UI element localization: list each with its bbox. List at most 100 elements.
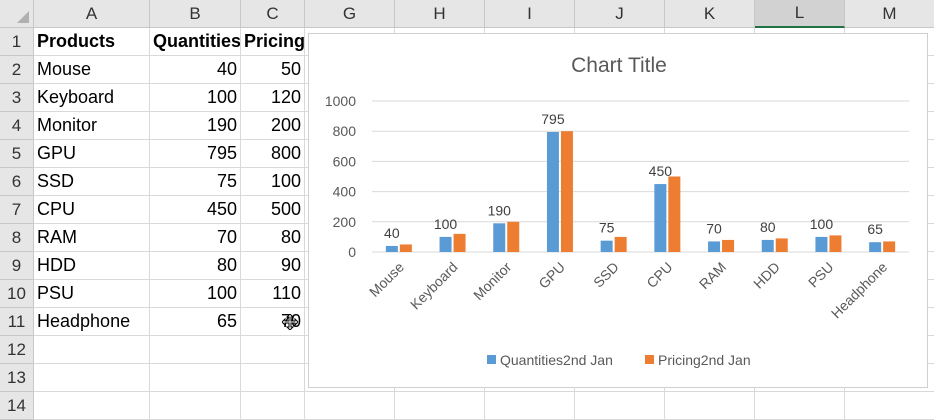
cell-a13[interactable] [34, 364, 150, 392]
cell-b2[interactable]: 40 [150, 56, 241, 84]
cell-b8[interactable]: 70 [150, 224, 241, 252]
cell-a10[interactable]: PSU [34, 280, 150, 308]
cell-a4[interactable]: Monitor [34, 112, 150, 140]
row-header-7[interactable]: 7 [0, 196, 34, 224]
cell-b11[interactable]: 65 [150, 308, 241, 336]
column-header-i[interactable]: I [485, 0, 575, 28]
x-tick-label-keyboard: Keyboard [407, 259, 461, 313]
cell-c3[interactable]: 120 [241, 84, 305, 112]
data-label-hdd: 80 [760, 219, 776, 235]
data-label-psu: 100 [810, 216, 834, 232]
cell-c2[interactable]: 50 [241, 56, 305, 84]
row-header-4[interactable]: 4 [0, 112, 34, 140]
column-header-m[interactable]: M [845, 0, 934, 28]
x-tick-label-psu: PSU [805, 259, 837, 291]
cell-b1[interactable]: Quantities [150, 28, 241, 56]
cell-b14[interactable] [150, 392, 241, 420]
cell-c13[interactable] [241, 364, 305, 392]
column-header-b[interactable]: B [150, 0, 241, 28]
cell-j14[interactable] [575, 392, 665, 420]
row-header-3[interactable]: 3 [0, 84, 34, 112]
column-header-k[interactable]: K [665, 0, 755, 28]
bar-pricing-headphone [883, 241, 896, 252]
y-tick-label-0: 0 [348, 244, 356, 260]
bar-quantities-monitor [493, 223, 506, 252]
row-header-2[interactable]: 2 [0, 56, 34, 84]
cell-a12[interactable] [34, 336, 150, 364]
column-header-g[interactable]: G [305, 0, 395, 28]
row-header-9[interactable]: 9 [0, 252, 34, 280]
cell-l14[interactable] [755, 392, 845, 420]
cell-m14[interactable] [845, 392, 934, 420]
cell-a7[interactable]: CPU [34, 196, 150, 224]
cell-c4[interactable]: 200 [241, 112, 305, 140]
row-header-11[interactable]: 11 [0, 308, 34, 336]
bar-quantities-ssd [600, 240, 613, 252]
column-header-a[interactable]: A [34, 0, 150, 28]
bar-chart: Chart Title 0 200 400 600 800 1000 40 Mouse 100 Ke… [325, 54, 909, 368]
cell-b7[interactable]: 450 [150, 196, 241, 224]
row-header-13[interactable]: 13 [0, 364, 34, 392]
cell-a14[interactable] [34, 392, 150, 420]
cell-c6[interactable]: 100 [241, 168, 305, 196]
cell-h14[interactable] [395, 392, 485, 420]
cell-a11[interactable]: Headphone [34, 308, 150, 336]
row-header-6[interactable]: 6 [0, 168, 34, 196]
row-header-8[interactable]: 8 [0, 224, 34, 252]
cell-b3[interactable]: 100 [150, 84, 241, 112]
bar-pricing-psu [829, 235, 842, 252]
cell-c10[interactable]: 110 [241, 280, 305, 308]
bar-quantities-hdd [761, 239, 774, 252]
data-label-mouse: 40 [384, 225, 400, 241]
cell-b13[interactable] [150, 364, 241, 392]
cell-a2[interactable]: Mouse [34, 56, 150, 84]
cell-a3[interactable]: Keyboard [34, 84, 150, 112]
cell-c1[interactable]: Pricing2 [241, 28, 305, 56]
cell-b6[interactable]: 75 [150, 168, 241, 196]
select-all-corner[interactable] [0, 0, 34, 28]
cell-a8[interactable]: RAM [34, 224, 150, 252]
cell-b9[interactable]: 80 [150, 252, 241, 280]
cell-c12[interactable] [241, 336, 305, 364]
row-header-1[interactable]: 1 [0, 28, 34, 56]
cell-g14[interactable] [305, 392, 395, 420]
data-label-ssd: 75 [599, 220, 615, 236]
column-header-j[interactable]: J [575, 0, 665, 28]
select-all-triangle-icon [17, 11, 29, 23]
cell-i14[interactable] [485, 392, 575, 420]
cell-b5[interactable]: 795 [150, 140, 241, 168]
row-header-10[interactable]: 10 [0, 280, 34, 308]
cell-b12[interactable] [150, 336, 241, 364]
chart-area[interactable]: Chart Title 0 200 400 600 800 1000 40 Mouse 100 Ke… [308, 33, 928, 388]
bar-pricing-mouse [399, 244, 412, 252]
bar-pricing-gpu [560, 131, 573, 252]
bar-quantities-keyboard [439, 236, 452, 252]
cell-a6[interactable]: SSD [34, 168, 150, 196]
cell-k14[interactable] [665, 392, 755, 420]
cell-c5[interactable]: 800 [241, 140, 305, 168]
x-tick-label-cpu: CPU [643, 259, 675, 291]
y-tick-label-800: 800 [333, 123, 357, 139]
data-label-monitor: 190 [488, 202, 512, 218]
cell-c7[interactable]: 500 [241, 196, 305, 224]
cell-c14[interactable] [241, 392, 305, 420]
cell-c9[interactable]: 90 [241, 252, 305, 280]
column-header-c[interactable]: C [241, 0, 305, 28]
bar-pricing-hdd [775, 238, 788, 252]
legend-swatch-0 [487, 355, 496, 364]
row-header-14[interactable]: 14 [0, 392, 34, 420]
cell-c8[interactable]: 80 [241, 224, 305, 252]
cell-a5[interactable]: GPU [34, 140, 150, 168]
legend-swatch-1 [645, 355, 654, 364]
cell-a1[interactable]: Products [34, 28, 150, 56]
cell-b10[interactable]: 100 [150, 280, 241, 308]
column-header-h[interactable]: H [395, 0, 485, 28]
data-label-gpu: 795 [541, 111, 565, 127]
bar-pricing-keyboard [453, 233, 466, 252]
column-header-l[interactable]: L [755, 0, 845, 28]
row-header-5[interactable]: 5 [0, 140, 34, 168]
cell-a9[interactable]: HDD [34, 252, 150, 280]
row-header-12[interactable]: 12 [0, 336, 34, 364]
data-label-headphone: 65 [867, 221, 883, 237]
cell-b4[interactable]: 190 [150, 112, 241, 140]
